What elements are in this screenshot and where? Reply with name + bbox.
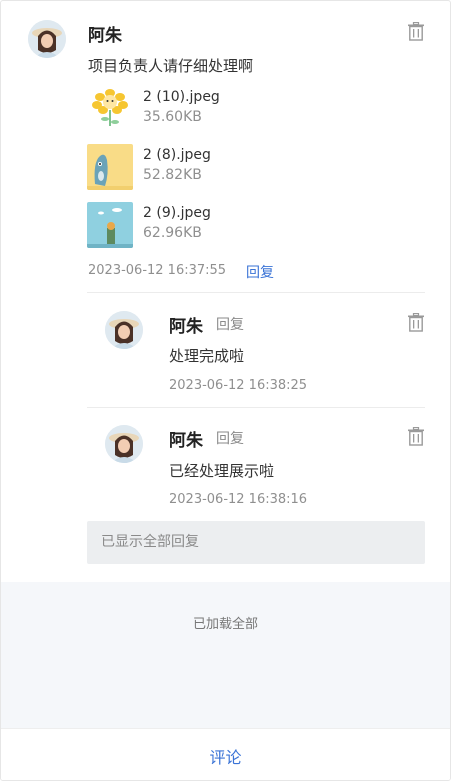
attachment-item[interactable]: 2 (9).jpeg 62.96KB [87,202,287,248]
attachment-item[interactable]: 2 (10).jpeg 35.60KB [87,86,287,132]
avatar[interactable] [28,20,66,58]
divider [87,292,425,293]
attachment-size: 52.82KB [143,167,202,183]
comment-button[interactable]: 评论 [1,744,450,768]
attachment-size: 62.96KB [143,225,202,241]
all-replies-shown: 已显示全部回复 [87,521,425,564]
comment-panel: 阿朱 项目负责人请仔细处理啊 2 (10).jpeg 35.60KB 2 (8)… [0,0,451,781]
avatar[interactable] [105,311,143,349]
avatar[interactable] [105,425,143,463]
reply-author: 阿朱 [169,431,203,451]
attachment-name: 2 (8).jpeg [143,147,211,163]
trash-icon[interactable] [407,426,425,446]
attachment-size: 35.60KB [143,109,202,125]
loaded-all-area: 已加载全部 [1,582,450,728]
attachment-item[interactable]: 2 (8).jpeg 52.82KB [87,144,287,190]
reply-author: 阿朱 [169,317,203,337]
attachment-name: 2 (10).jpeg [143,89,220,105]
avatar-image [105,425,143,463]
reply-tag[interactable]: 回复 [216,314,244,334]
reply-time: 2023-06-12 16:38:16 [169,492,308,507]
reply-text: 处理完成啦 [169,347,245,365]
reply-time: 2023-06-12 16:38:25 [169,378,308,393]
comment-time: 2023-06-12 16:37:55 [88,263,227,278]
avatar-image [105,311,143,349]
avatar-image [28,20,66,58]
comment-text: 项目负责人请仔细处理啊 [88,57,254,75]
reply-button[interactable]: 回复 [246,262,274,282]
reply-tag[interactable]: 回复 [216,428,244,448]
attachment-name: 2 (9).jpeg [143,205,211,221]
sky-cartoon-image [87,202,133,248]
flower-image [87,86,133,132]
comment-author: 阿朱 [88,26,122,46]
cartoon-yellow-image [87,144,133,190]
loaded-all-text: 已加载全部 [192,617,258,632]
footer-bar: 评论 [1,728,450,780]
divider [87,407,425,408]
trash-icon[interactable] [407,312,425,332]
reply-text: 已经处理展示啦 [169,462,275,480]
trash-icon[interactable] [407,21,425,41]
